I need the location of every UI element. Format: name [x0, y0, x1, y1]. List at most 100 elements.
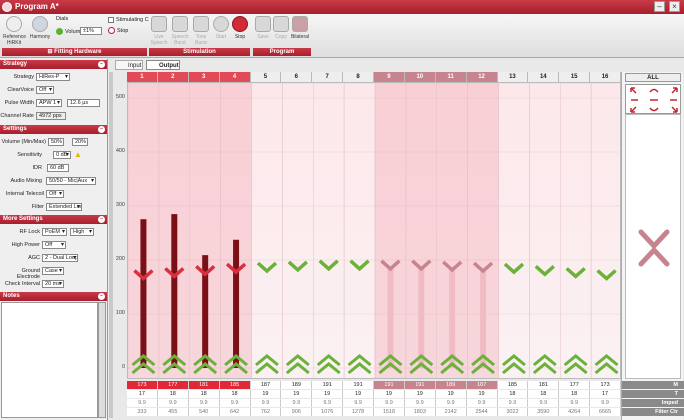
cell-m-3[interactable]: 181 [188, 381, 220, 389]
channel-header-5[interactable]: 5 [250, 72, 282, 82]
channel-header-10[interactable]: 10 [404, 72, 436, 82]
channel-column-2[interactable] [158, 83, 190, 379]
cell-m-5[interactable]: 187 [250, 381, 282, 389]
live-speech-button[interactable]: Live Speech [149, 16, 169, 46]
tab-input[interactable]: Input [115, 60, 143, 70]
strategy-header[interactable]: Strategy – [0, 60, 107, 69]
channel-header-2[interactable]: 2 [157, 72, 189, 82]
volume-min-field[interactable]: 50% [48, 138, 64, 146]
chevron-up-icon[interactable] [638, 246, 670, 267]
cell-t-4[interactable]: 18 [219, 390, 251, 398]
harmony-button[interactable]: Harmony [28, 16, 52, 46]
filter-select[interactable]: Extended Low [46, 203, 82, 211]
cell-m-2[interactable]: 177 [157, 381, 189, 389]
channel-column-15[interactable] [560, 83, 592, 379]
cell-m-7[interactable]: 191 [312, 381, 344, 389]
cell-m-11[interactable]: 189 [435, 381, 467, 389]
cell-m-1[interactable]: 173 [127, 381, 158, 389]
pulse-width-us-field[interactable]: 12.6 μs [67, 99, 100, 107]
channel-column-1[interactable] [128, 83, 160, 379]
tone-burst-button[interactable]: Tone Burst [191, 16, 211, 46]
cell-m-13[interactable]: 185 [497, 381, 529, 389]
channel-column-5[interactable] [251, 83, 283, 379]
cell-t-2[interactable]: 18 [157, 390, 189, 398]
collapse-icon[interactable]: – [98, 126, 105, 133]
ground-electrode-select[interactable]: Case [42, 267, 64, 275]
channel-header-15[interactable]: 15 [559, 72, 591, 82]
cell-m-10[interactable]: 191 [404, 381, 436, 389]
bilateral-button[interactable]: Bilateral [290, 16, 310, 46]
channel-header-8[interactable]: 8 [343, 72, 374, 82]
reference-button[interactable]: Reference HiRKit [3, 16, 26, 46]
cell-t-11[interactable]: 19 [435, 390, 467, 398]
cell-m-14[interactable]: 181 [528, 381, 560, 389]
arrow-dr-icon[interactable] [671, 106, 678, 113]
tab-output[interactable]: Output [146, 60, 180, 70]
idr-field[interactable]: 60 dB [47, 164, 69, 172]
channel-header-12[interactable]: 12 [466, 72, 498, 82]
high-power-select[interactable]: Off [42, 241, 66, 249]
save-button[interactable]: Save [253, 16, 273, 46]
all-channels-button[interactable]: ALL [625, 73, 681, 82]
cell-m-8[interactable]: 191 [343, 381, 374, 389]
rf-lock-select[interactable]: PoEM [42, 228, 67, 236]
channel-column-3[interactable] [189, 83, 221, 379]
speech-burst-button[interactable]: Speech Burst [170, 16, 190, 46]
cell-t-3[interactable]: 18 [188, 390, 220, 398]
channel-column-13[interactable] [498, 83, 530, 379]
channel-header-1[interactable]: 1 [127, 72, 158, 82]
channel-header-14[interactable]: 14 [528, 72, 560, 82]
cell-t-10[interactable]: 19 [404, 390, 436, 398]
collapse-icon[interactable]: – [98, 216, 105, 223]
telecoil-select[interactable]: Off [46, 190, 64, 198]
arrow-up-icon[interactable] [649, 88, 659, 93]
stop-small-icon[interactable] [108, 27, 115, 34]
cell-t-9[interactable]: 19 [374, 390, 405, 398]
channel-header-13[interactable]: 13 [497, 72, 529, 82]
stimulating-checkbox[interactable] [108, 17, 114, 23]
clearvoice-select[interactable]: Off [36, 86, 54, 94]
volume-max-field[interactable]: 20% [72, 138, 88, 146]
notes-textarea[interactable] [1, 302, 98, 418]
copy-button[interactable]: Copy [271, 16, 291, 46]
channel-column-7[interactable] [313, 83, 345, 379]
stop-button[interactable]: Stop [230, 16, 250, 46]
cell-t-15[interactable]: 18 [559, 390, 591, 398]
channel-header-4[interactable]: 4 [219, 72, 251, 82]
notes-scrollbar[interactable] [98, 302, 106, 418]
notes-header[interactable]: Notes – [0, 292, 107, 301]
channel-column-4[interactable] [220, 83, 252, 379]
cell-m-9[interactable]: 191 [374, 381, 405, 389]
close-button[interactable]: × [669, 1, 680, 12]
more-settings-header[interactable]: More Settings – [0, 215, 107, 224]
arrow-down-icon[interactable] [649, 107, 659, 112]
cell-t-12[interactable]: 19 [466, 390, 498, 398]
channel-column-16[interactable] [590, 83, 621, 379]
sensitivity-select[interactable]: 0 dB [53, 151, 71, 159]
cell-t-16[interactable]: 17 [590, 390, 621, 398]
channel-header-9[interactable]: 9 [374, 72, 405, 82]
cell-t-5[interactable]: 19 [250, 390, 282, 398]
channel-header-6[interactable]: 6 [281, 72, 313, 82]
cell-m-4[interactable]: 185 [219, 381, 251, 389]
cell-t-13[interactable]: 18 [497, 390, 529, 398]
cell-m-6[interactable]: 189 [281, 381, 313, 389]
channel-header-11[interactable]: 11 [435, 72, 467, 82]
audio-mixing-select[interactable]: 50/50 - Mic|Aux [46, 177, 96, 185]
channel-header-7[interactable]: 7 [312, 72, 344, 82]
channel-column-8[interactable] [343, 83, 376, 379]
cell-m-15[interactable]: 177 [559, 381, 591, 389]
channel-header-3[interactable]: 3 [188, 72, 220, 82]
settings-header[interactable]: Settings – [0, 125, 107, 134]
agc-select[interactable]: 2 - Dual Loop [42, 254, 78, 262]
arrow-ur-icon[interactable] [671, 87, 678, 94]
check-interval-select[interactable]: 20 ms [42, 280, 64, 288]
volume-field[interactable]: ±1% [80, 27, 102, 35]
channel-column-9[interactable] [374, 83, 407, 379]
chevron-down-icon[interactable] [638, 229, 670, 250]
channel-column-6[interactable] [282, 83, 314, 379]
minimize-button[interactable]: – [654, 1, 665, 12]
channel-column-12[interactable] [467, 83, 499, 379]
strategy-select[interactable]: HiRes-P [36, 73, 70, 81]
fitting-plot[interactable] [127, 82, 621, 379]
